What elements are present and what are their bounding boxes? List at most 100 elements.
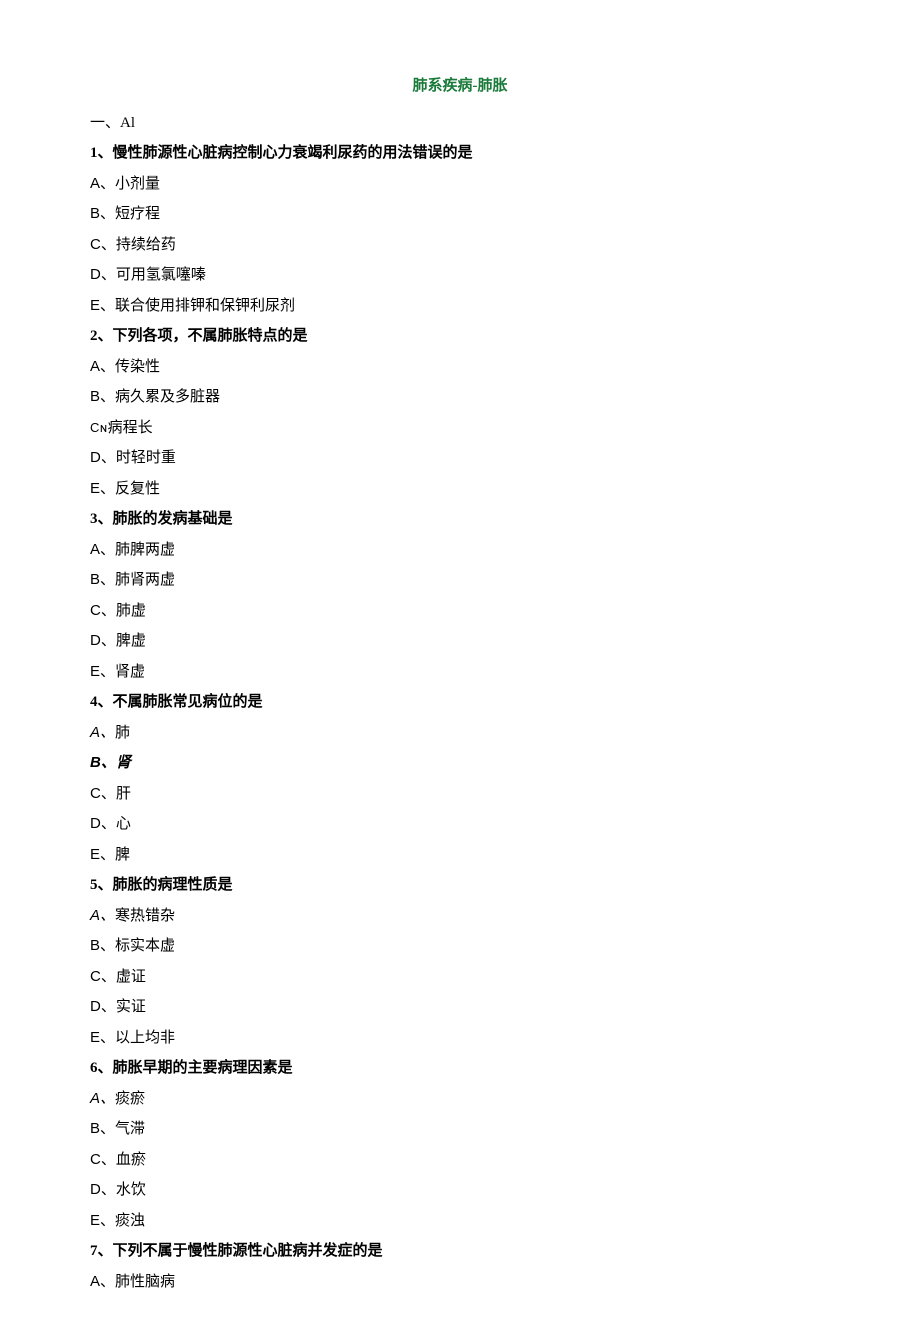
option-text: 血瘀 xyxy=(116,1152,146,1168)
option-text: 短疗程 xyxy=(115,206,160,222)
section-label: 一、Al xyxy=(90,109,830,138)
option-text: 反复性 xyxy=(115,481,160,497)
option: A、小剂量 xyxy=(90,170,830,199)
option-letter: D、 xyxy=(90,815,116,832)
option: B、气滞 xyxy=(90,1115,830,1144)
option-text: 脾虚 xyxy=(116,633,146,649)
option-text: 传染性 xyxy=(115,359,160,375)
option-text: 痰浊 xyxy=(115,1213,145,1229)
option: C、肝 xyxy=(90,780,830,809)
option-text: 小剂量 xyxy=(115,176,160,192)
option-text: 肾 xyxy=(116,755,131,771)
option-text: 水饮 xyxy=(116,1182,146,1198)
option: A、传染性 xyxy=(90,353,830,382)
option: C、肺虚 xyxy=(90,597,830,626)
question-list: 1、慢性肺源性心脏病控制心力衰竭利尿药的用法错误的是A、小剂量B、短疗程C、持续… xyxy=(90,139,830,1296)
option-letter: Cɴ xyxy=(90,420,108,435)
option-text: 时轻时重 xyxy=(116,450,176,466)
option-letter: A、 xyxy=(90,1090,115,1107)
option: Cɴ病程长 xyxy=(90,414,830,443)
option: A、痰瘀 xyxy=(90,1085,830,1114)
option-letter: D、 xyxy=(90,266,116,283)
option-text: 持续给药 xyxy=(116,237,176,253)
option: A、寒热错杂 xyxy=(90,902,830,931)
option-text: 可用氢氯噻嗪 xyxy=(116,267,206,283)
option-letter: C、 xyxy=(90,602,116,619)
option-text: 虚证 xyxy=(116,969,146,985)
option-text: 病久累及多脏器 xyxy=(115,389,220,405)
option: B、病久累及多脏器 xyxy=(90,383,830,412)
option: A、肺性脑病 xyxy=(90,1268,830,1297)
option: D、实证 xyxy=(90,993,830,1022)
option-text: 标实本虚 xyxy=(115,938,175,954)
document-title: 肺系疾病-肺胀 xyxy=(90,72,830,101)
option-text: 寒热错杂 xyxy=(115,908,175,924)
option-letter: C、 xyxy=(90,236,116,253)
option-text: 心 xyxy=(116,816,131,832)
option-text: 联合使用排钾和保钾利尿剂 xyxy=(115,298,295,314)
option-letter: D、 xyxy=(90,998,116,1015)
option: D、时轻时重 xyxy=(90,444,830,473)
option-letter: A、 xyxy=(90,907,115,924)
option-letter: C、 xyxy=(90,785,116,802)
option: B、标实本虚 xyxy=(90,932,830,961)
option-letter: D、 xyxy=(90,1181,116,1198)
option-text: 肝 xyxy=(116,786,131,802)
option-text: 肾虚 xyxy=(115,664,145,680)
option-letter: E、 xyxy=(90,846,115,863)
option-letter: D、 xyxy=(90,449,116,466)
question-stem: 5、肺胀的病理性质是 xyxy=(90,871,830,900)
option-letter: B、 xyxy=(90,1120,115,1137)
option-text: 痰瘀 xyxy=(115,1091,145,1107)
question-stem: 3、肺胀的发病基础是 xyxy=(90,505,830,534)
option: B、肺肾两虚 xyxy=(90,566,830,595)
option-letter: A、 xyxy=(90,1273,115,1290)
option: C、血瘀 xyxy=(90,1146,830,1175)
option: E、痰浊 xyxy=(90,1207,830,1236)
option-letter: B、 xyxy=(90,388,115,405)
option-letter: C、 xyxy=(90,968,116,985)
option: D、水饮 xyxy=(90,1176,830,1205)
option-text: 肺肾两虚 xyxy=(115,572,175,588)
option-text: 脾 xyxy=(115,847,130,863)
option-letter: B、 xyxy=(90,754,116,771)
option: C、虚证 xyxy=(90,963,830,992)
option-letter: E、 xyxy=(90,1029,115,1046)
option-letter: A、 xyxy=(90,175,115,192)
option-letter: D、 xyxy=(90,632,116,649)
option-letter: E、 xyxy=(90,480,115,497)
option-letter: A、 xyxy=(90,724,115,741)
option: C、持续给药 xyxy=(90,231,830,260)
option-text: 以上均非 xyxy=(115,1030,175,1046)
option-letter: A、 xyxy=(90,541,115,558)
option-letter: E、 xyxy=(90,663,115,680)
question-stem: 4、不属肺胀常见病位的是 xyxy=(90,688,830,717)
option: B、短疗程 xyxy=(90,200,830,229)
option: E、联合使用排钾和保钾利尿剂 xyxy=(90,292,830,321)
option: D、可用氢氯噻嗪 xyxy=(90,261,830,290)
option-letter: E、 xyxy=(90,1212,115,1229)
question-stem: 7、下列不属于慢性肺源性心脏病并发症的是 xyxy=(90,1237,830,1266)
option-text: 气滞 xyxy=(115,1121,145,1137)
option-letter: B、 xyxy=(90,571,115,588)
option: E、肾虚 xyxy=(90,658,830,687)
option-letter: B、 xyxy=(90,205,115,222)
option: E、脾 xyxy=(90,841,830,870)
option-letter: C、 xyxy=(90,1151,116,1168)
option-text: 实证 xyxy=(116,999,146,1015)
question-stem: 1、慢性肺源性心脏病控制心力衰竭利尿药的用法错误的是 xyxy=(90,139,830,168)
option: D、脾虚 xyxy=(90,627,830,656)
option-text: 病程长 xyxy=(108,420,153,436)
option: D、心 xyxy=(90,810,830,839)
option: E、反复性 xyxy=(90,475,830,504)
option-letter: E、 xyxy=(90,297,115,314)
option: A、肺 xyxy=(90,719,830,748)
question-stem: 6、肺胀早期的主要病理因素是 xyxy=(90,1054,830,1083)
option: B、肾 xyxy=(90,749,830,778)
option-text: 肺虚 xyxy=(116,603,146,619)
option: E、以上均非 xyxy=(90,1024,830,1053)
option-letter: B、 xyxy=(90,937,115,954)
option: A、肺脾两虚 xyxy=(90,536,830,565)
option-text: 肺 xyxy=(115,725,130,741)
option-text: 肺性脑病 xyxy=(115,1274,175,1290)
